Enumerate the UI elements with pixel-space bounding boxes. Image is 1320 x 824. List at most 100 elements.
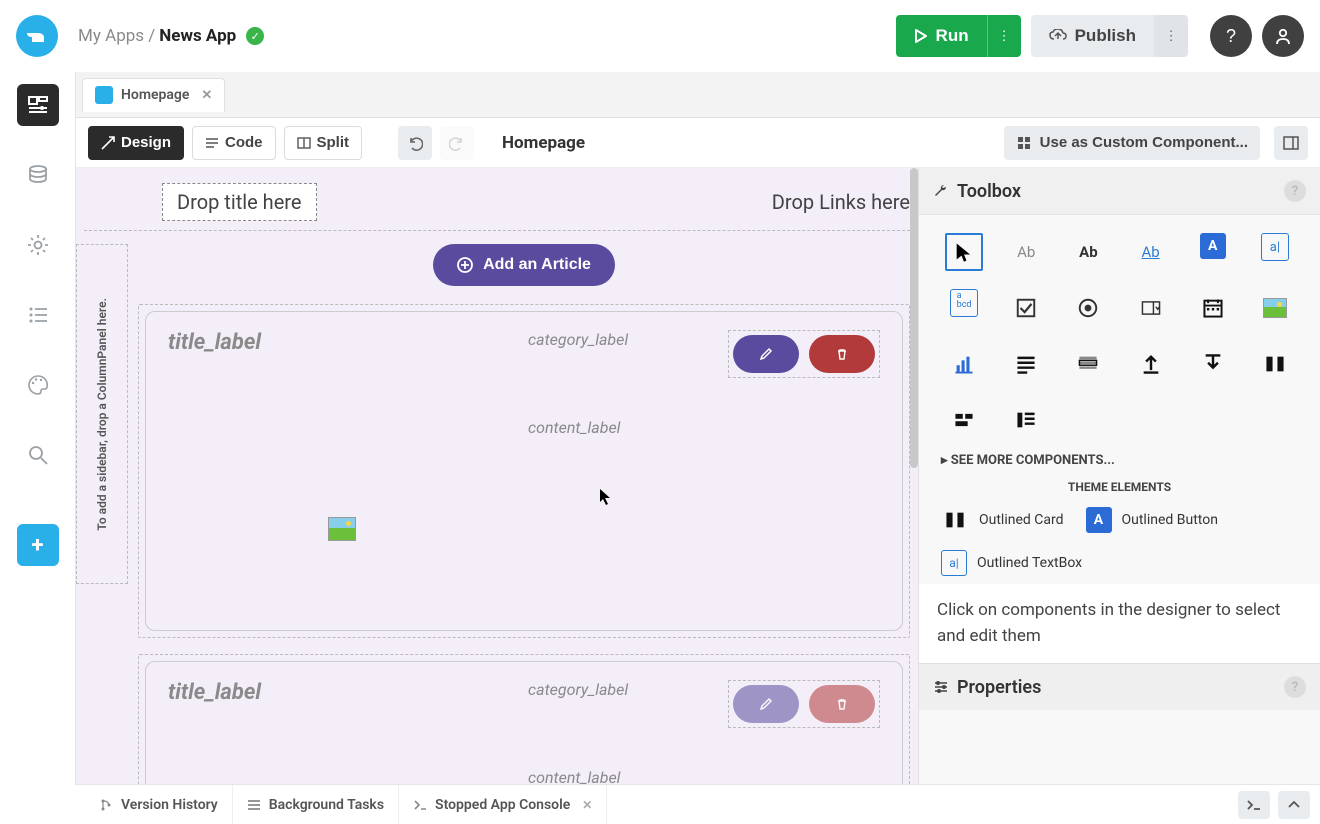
- tool-plot-icon[interactable]: [945, 345, 983, 383]
- tab-close-icon[interactable]: ✕: [201, 88, 212, 103]
- tool-datepicker-icon[interactable]: [1194, 289, 1232, 327]
- card-actions: [728, 680, 880, 728]
- theme-outlined-textbox[interactable]: a| Outlined TextBox: [941, 550, 1082, 576]
- properties-help-icon[interactable]: ?: [1284, 676, 1306, 698]
- canvas-scrollbar[interactable]: [910, 168, 918, 468]
- page-name: Homepage: [502, 133, 585, 153]
- bottom-bar: Version History Background Tasks Stopped…: [75, 784, 1320, 824]
- run-button[interactable]: Run: [896, 15, 987, 57]
- edit-button[interactable]: [733, 335, 799, 373]
- delete-button[interactable]: [809, 685, 875, 723]
- console-close-icon[interactable]: ✕: [582, 798, 592, 812]
- mode-design-button[interactable]: Design: [88, 126, 184, 160]
- tool-fileupload-icon[interactable]: [1132, 345, 1170, 383]
- rail-list-icon[interactable]: [17, 294, 59, 336]
- image-placeholder-icon[interactable]: [328, 517, 356, 541]
- content-label-placeholder[interactable]: content_label: [528, 418, 880, 437]
- title-label-placeholder[interactable]: title_label: [168, 330, 528, 355]
- publish-button[interactable]: Publish: [1031, 15, 1154, 57]
- toolbox-help-icon[interactable]: ?: [1284, 180, 1306, 202]
- add-article-button[interactable]: Add an Article: [433, 244, 615, 286]
- tool-textbox-icon[interactable]: a|: [1261, 233, 1289, 261]
- publish-menu-button[interactable]: ⋮: [1154, 15, 1188, 57]
- article-card-1[interactable]: title_label category_label: [138, 304, 910, 638]
- designer-toolbar: Design Code Split Homepage Use as Custom…: [76, 118, 1320, 168]
- category-label-placeholder[interactable]: category_label: [528, 680, 728, 699]
- use-as-custom-component-button[interactable]: Use as Custom Component...: [1004, 126, 1260, 160]
- editor-tabs: Homepage ✕: [76, 72, 1320, 118]
- drop-title-slot[interactable]: Drop title here: [162, 183, 317, 221]
- help-button[interactable]: ?: [1210, 15, 1252, 57]
- theme-outlined-card[interactable]: Outlined Card: [941, 506, 1064, 534]
- console-terminal-button[interactable]: [1238, 791, 1270, 819]
- background-tasks-label: Background Tasks: [269, 797, 384, 813]
- mode-split-label: Split: [317, 134, 350, 151]
- tool-radio-icon[interactable]: [1069, 289, 1107, 327]
- tool-label-bold-icon[interactable]: Ab: [1069, 233, 1107, 271]
- mode-design-label: Design: [121, 134, 171, 151]
- toolbox-header[interactable]: Toolbox ?: [919, 168, 1320, 215]
- tool-dropdown-icon[interactable]: [1132, 289, 1170, 327]
- tool-columnpanel-icon[interactable]: [1256, 345, 1294, 383]
- content-label-placeholder[interactable]: content_label: [528, 768, 880, 784]
- theme-outlined-button[interactable]: A Outlined Button: [1086, 507, 1218, 533]
- drop-links-slot[interactable]: Drop Links here: [772, 190, 910, 214]
- mode-code-button[interactable]: Code: [192, 126, 276, 160]
- tool-label-icon[interactable]: Ab: [1007, 233, 1045, 271]
- tool-flowpanel-icon[interactable]: [945, 401, 983, 439]
- title-label-placeholder[interactable]: title_label: [168, 680, 528, 705]
- toolbox-title: Toolbox: [957, 181, 1021, 202]
- theme-outlined-textbox-label: Outlined TextBox: [977, 555, 1082, 571]
- theme-elements-header: THEME ELEMENTS: [919, 476, 1320, 498]
- theme-outlined-card-label: Outlined Card: [979, 512, 1064, 528]
- tool-checkbox-icon[interactable]: [1007, 289, 1045, 327]
- redo-button: [440, 126, 474, 160]
- tool-repeatingpanel-icon[interactable]: [1069, 345, 1107, 383]
- tool-textarea-icon[interactable]: abcd: [950, 289, 978, 317]
- rail-database-icon[interactable]: [17, 154, 59, 196]
- properties-header[interactable]: Properties ?: [919, 663, 1320, 710]
- tab-label: Homepage: [121, 87, 189, 103]
- theme-outlined-button-label: Outlined Button: [1122, 512, 1218, 528]
- card-actions: [728, 330, 880, 378]
- mode-split-button[interactable]: Split: [284, 126, 363, 160]
- sidebar-hint-text: To add a sidebar, drop a ColumnPanel her…: [95, 298, 109, 531]
- tab-homepage[interactable]: Homepage ✕: [82, 78, 225, 112]
- undo-button[interactable]: [398, 126, 432, 160]
- toggle-panel-button[interactable]: [1274, 126, 1308, 160]
- delete-button[interactable]: [809, 335, 875, 373]
- tool-image-icon[interactable]: [1256, 289, 1294, 327]
- rail-add-button[interactable]: +: [17, 524, 59, 566]
- anvil-logo[interactable]: [16, 15, 58, 57]
- sync-ok-icon: ✓: [246, 27, 264, 45]
- run-button-group: Run ⋮: [896, 15, 1021, 57]
- rail-forms-icon[interactable]: [17, 84, 59, 126]
- edit-button[interactable]: [733, 685, 799, 723]
- breadcrumb-current[interactable]: News App: [159, 26, 236, 46]
- rail-search-icon[interactable]: [17, 434, 59, 476]
- account-button[interactable]: [1262, 15, 1304, 57]
- bottom-tab-app-console[interactable]: Stopped App Console ✕: [399, 785, 607, 824]
- properties-title: Properties: [957, 677, 1041, 698]
- tool-pointer-icon[interactable]: [945, 233, 983, 271]
- breadcrumb-parent[interactable]: My Apps /: [78, 26, 155, 46]
- bottom-tab-version-history[interactable]: Version History: [85, 785, 233, 824]
- tool-xypanel-icon[interactable]: [1007, 401, 1045, 439]
- category-label-placeholder[interactable]: category_label: [528, 330, 728, 349]
- design-canvas[interactable]: Drop title here Drop Links here To add a…: [76, 168, 918, 784]
- tool-datagrid-icon[interactable]: [1007, 345, 1045, 383]
- publish-label: Publish: [1075, 26, 1136, 46]
- article-card-2[interactable]: title_label category_label: [138, 654, 910, 784]
- console-expand-button[interactable]: [1278, 791, 1310, 819]
- version-history-label: Version History: [121, 797, 218, 813]
- run-menu-button[interactable]: ⋮: [987, 15, 1021, 57]
- bottom-tab-background-tasks[interactable]: Background Tasks: [233, 785, 399, 824]
- stopped-console-label: Stopped App Console: [435, 797, 570, 813]
- rail-settings-icon[interactable]: [17, 224, 59, 266]
- rail-theme-icon[interactable]: [17, 364, 59, 406]
- sidebar-drop-hint[interactable]: To add a sidebar, drop a ColumnPanel her…: [76, 244, 128, 584]
- tool-link-icon[interactable]: Ab: [1132, 233, 1170, 271]
- tool-button-icon[interactable]: A: [1200, 233, 1226, 259]
- tool-download-icon[interactable]: [1194, 345, 1232, 383]
- see-more-components[interactable]: SEE MORE COMPONENTS...: [919, 449, 1320, 476]
